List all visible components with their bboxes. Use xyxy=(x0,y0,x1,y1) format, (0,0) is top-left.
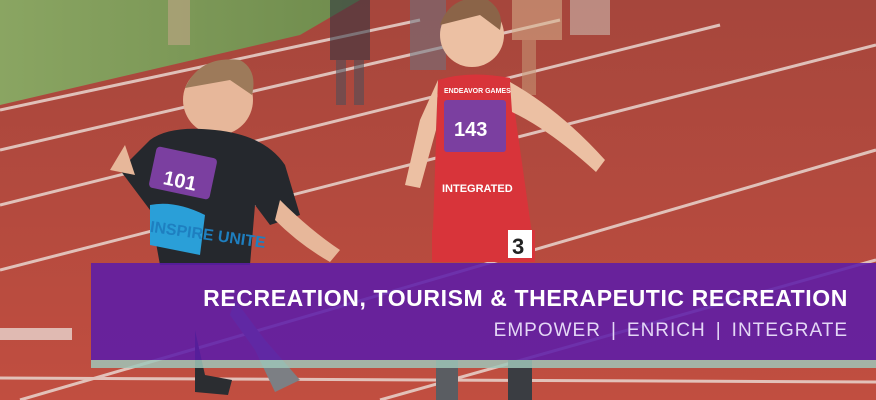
banner-tagline: EMPOWER | ENRICH | INTEGRATE xyxy=(494,320,848,342)
svg-text:ENDEAVOR GAMES: ENDEAVOR GAMES xyxy=(444,88,511,95)
headline-banner: RECREATION, TOURISM & THERAPEUTIC RECREA… xyxy=(91,263,876,360)
tag-empower: EMPOWER xyxy=(493,320,601,341)
svg-text:3: 3 xyxy=(512,234,524,259)
tag-integrate: INTEGRATE xyxy=(731,320,848,341)
banner-accent-stripe xyxy=(91,360,876,368)
banner-title: RECREATION, TOURISM & THERAPEUTIC RECREA… xyxy=(203,285,848,311)
tag-enrich: ENRICH xyxy=(626,320,706,341)
lane-marking xyxy=(0,328,72,340)
svg-text:INTEGRATED: INTEGRATED xyxy=(442,183,513,195)
tag-separator: | xyxy=(610,320,617,341)
svg-text:143: 143 xyxy=(454,119,487,141)
tag-separator: | xyxy=(715,320,722,341)
